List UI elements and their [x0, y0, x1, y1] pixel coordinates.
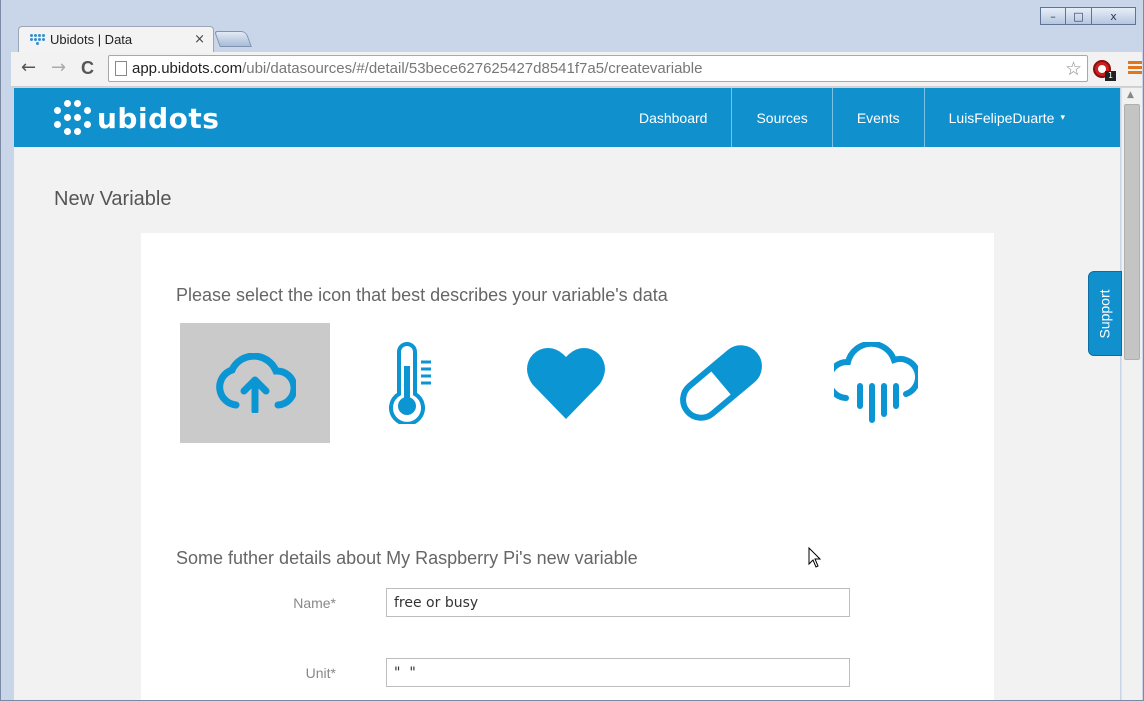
create-variable-card: Please select the icon that best describ… [141, 233, 994, 701]
forward-button[interactable]: → [51, 58, 66, 78]
site-header: ubidots Dashboard Sources Events LuisFel… [14, 88, 1120, 147]
thermometer-icon [389, 342, 431, 424]
icon-option-heart[interactable] [491, 323, 641, 443]
unit-label: Unit* [305, 665, 336, 681]
scroll-up-arrow-icon[interactable]: ▲ [1127, 90, 1134, 100]
support-button[interactable]: Support [1088, 271, 1122, 356]
maximize-button[interactable]: □ [1066, 7, 1092, 25]
reload-button[interactable]: C [81, 58, 94, 78]
ubidots-logo[interactable]: ubidots [54, 100, 219, 136]
address-bar[interactable]: app.ubidots.com/ubi/datasources/#/detail… [108, 55, 1088, 82]
browser-toolbar: ← → C app.ubidots.com/ubi/datasources/#/… [11, 52, 1142, 87]
tab-close-icon[interactable]: × [194, 32, 205, 47]
nav-dashboard-label: Dashboard [638, 109, 708, 126]
nav-user-label: LuisFelipeDuarte [948, 109, 1055, 126]
nav-events[interactable]: Events [831, 88, 924, 147]
nav-sources-label: Sources [756, 109, 808, 126]
browser-tab[interactable]: Ubidots | Data × [18, 26, 214, 52]
nav-sources[interactable]: Sources [731, 88, 831, 147]
browser-window: – □ x Ubidots | Data × ← → C app.ubidots… [0, 0, 1144, 701]
name-label: Name* [293, 595, 336, 611]
browser-menu-icon[interactable] [1128, 61, 1142, 76]
page-title: New Variable [54, 188, 172, 210]
icon-option-pill[interactable] [646, 323, 796, 443]
pill-icon [680, 345, 762, 421]
heart-icon [527, 348, 605, 419]
details-heading: Some futher details about My Raspberry P… [176, 548, 638, 568]
icon-option-rain-cloud[interactable] [801, 323, 951, 443]
caret-down-icon: ▾ [1060, 112, 1065, 122]
cloud-upload-icon [216, 353, 296, 413]
scroll-thumb[interactable] [1124, 104, 1140, 360]
close-window-button[interactable]: x [1092, 7, 1136, 25]
nav-user-menu[interactable]: LuisFelipeDuarte ▾ [923, 88, 1120, 147]
nav-dashboard[interactable]: Dashboard [615, 88, 732, 147]
minimize-button[interactable]: – [1040, 7, 1066, 25]
logo-text: ubidots [97, 101, 220, 135]
ubidots-favicon-icon [29, 32, 45, 48]
icon-option-cloud-upload[interactable] [180, 323, 330, 443]
new-tab-button[interactable] [214, 31, 252, 47]
unit-field[interactable] [386, 658, 850, 687]
bookmark-star-icon[interactable]: ☆ [1065, 58, 1082, 80]
nav-events-label: Events [856, 109, 900, 126]
url-host: app.ubidots.com [132, 60, 243, 77]
mouse-cursor-icon [808, 547, 822, 568]
url-path: /ubi/datasources/#/detail/53bece62762542… [242, 60, 703, 77]
main-nav: Dashboard Sources Events LuisFelipeDuart… [615, 88, 1120, 147]
page-viewport: ubidots Dashboard Sources Events LuisFel… [14, 88, 1120, 701]
icon-option-thermometer[interactable] [335, 323, 485, 443]
page-scrollbar[interactable]: ▲ [1121, 88, 1142, 701]
window-controls: – □ x [1040, 7, 1136, 25]
rain-cloud-icon [834, 342, 918, 423]
logo-dots-icon [54, 100, 91, 136]
extension-badge: 1 [1105, 71, 1116, 81]
name-field[interactable] [386, 588, 850, 617]
icon-prompt: Please select the icon that best describ… [176, 285, 668, 305]
page-icon [115, 61, 127, 76]
tab-title: Ubidots | Data [50, 32, 133, 47]
back-button[interactable]: ← [21, 58, 36, 78]
support-label: Support [1097, 288, 1114, 339]
